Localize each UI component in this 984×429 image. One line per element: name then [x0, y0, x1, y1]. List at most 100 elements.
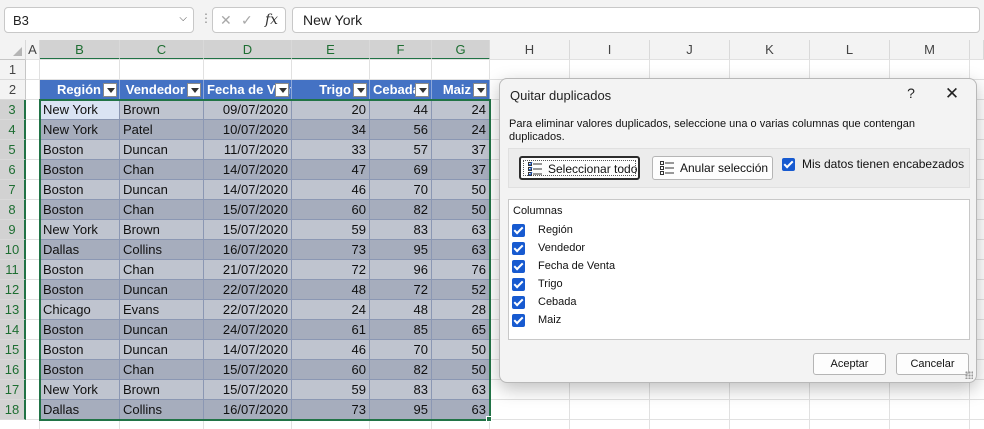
table-cell[interactable]: 46 [292, 340, 370, 360]
table-cell[interactable]: Brown [120, 100, 204, 120]
filter-dropdown-icon[interactable] [415, 83, 429, 97]
column-header[interactable]: J [650, 40, 730, 60]
table-header-cell[interactable]: Vendedor [120, 80, 204, 100]
table-cell[interactable]: 73 [292, 400, 370, 420]
column-header[interactable]: G [432, 40, 490, 60]
ok-button[interactable]: Aceptar [813, 353, 886, 375]
column-checkbox[interactable] [512, 314, 525, 327]
table-cell[interactable]: Brown [120, 380, 204, 400]
table-cell[interactable]: 95 [370, 240, 432, 260]
table-cell[interactable]: 14/07/2020 [204, 160, 292, 180]
table-cell[interactable]: 96 [370, 260, 432, 280]
row-header[interactable]: 16 [0, 360, 26, 380]
column-checkbox[interactable] [512, 296, 525, 309]
row-header[interactable]: 2 [0, 80, 26, 100]
table-cell[interactable]: 72 [370, 280, 432, 300]
table-cell[interactable]: 48 [292, 280, 370, 300]
cancel-edit-icon[interactable]: ✕ [220, 12, 232, 29]
table-cell[interactable]: 59 [292, 380, 370, 400]
column-header[interactable]: H [490, 40, 570, 60]
table-cell[interactable]: 14/07/2020 [204, 340, 292, 360]
table-cell[interactable]: 46 [292, 180, 370, 200]
row-header[interactable]: 10 [0, 240, 26, 260]
column-header[interactable]: D [204, 40, 292, 60]
table-cell[interactable]: 85 [370, 320, 432, 340]
table-cell[interactable]: 69 [370, 160, 432, 180]
table-cell[interactable]: 16/07/2020 [204, 400, 292, 420]
table-cell[interactable]: Boston [40, 260, 120, 280]
table-cell[interactable]: New York [40, 100, 120, 120]
table-cell[interactable]: 50 [432, 340, 490, 360]
column-checkbox[interactable] [512, 242, 525, 255]
row-header[interactable]: 12 [0, 280, 26, 300]
column-header[interactable]: A [26, 40, 40, 60]
table-cell[interactable]: Chan [120, 360, 204, 380]
table-cell[interactable]: 70 [370, 340, 432, 360]
column-header[interactable]: B [40, 40, 120, 60]
table-cell[interactable]: 83 [370, 380, 432, 400]
filter-dropdown-icon[interactable] [473, 83, 487, 97]
table-cell[interactable]: 15/07/2020 [204, 200, 292, 220]
row-header[interactable]: 9 [0, 220, 26, 240]
filter-dropdown-icon[interactable] [187, 83, 201, 97]
table-cell[interactable]: Collins [120, 400, 204, 420]
table-cell[interactable]: 09/07/2020 [204, 100, 292, 120]
column-option[interactable]: Maiz [509, 312, 969, 330]
table-header-cell[interactable]: Maiz [432, 80, 490, 100]
chevron-down-icon[interactable]: ⌵ [179, 13, 187, 24]
table-cell[interactable]: 52 [432, 280, 490, 300]
table-cell[interactable]: Boston [40, 160, 120, 180]
column-header[interactable]: E [292, 40, 370, 60]
table-cell[interactable]: 95 [370, 400, 432, 420]
column-header[interactable]: C [120, 40, 204, 60]
table-cell[interactable]: 15/07/2020 [204, 360, 292, 380]
row-header[interactable]: 13 [0, 300, 26, 320]
table-cell[interactable]: 63 [432, 400, 490, 420]
help-button[interactable]: ? [903, 85, 919, 101]
table-cell[interactable]: 47 [292, 160, 370, 180]
table-cell[interactable]: 10/07/2020 [204, 120, 292, 140]
table-cell[interactable]: 14/07/2020 [204, 180, 292, 200]
table-cell[interactable]: 44 [370, 100, 432, 120]
table-cell[interactable]: 65 [432, 320, 490, 340]
table-cell[interactable]: 48 [370, 300, 432, 320]
column-header[interactable]: M [890, 40, 970, 60]
close-button[interactable]: ✕ [943, 84, 961, 104]
table-cell[interactable]: 33 [292, 140, 370, 160]
row-header[interactable]: 3 [0, 100, 26, 120]
table-cell[interactable]: 72 [292, 260, 370, 280]
column-header[interactable]: K [730, 40, 810, 60]
row-header[interactable]: 7 [0, 180, 26, 200]
table-cell[interactable]: 24 [292, 300, 370, 320]
table-cell[interactable]: 60 [292, 360, 370, 380]
table-cell[interactable]: 57 [370, 140, 432, 160]
column-header[interactable]: L [810, 40, 890, 60]
column-option[interactable]: Vendedor [509, 240, 969, 258]
table-cell[interactable]: 61 [292, 320, 370, 340]
table-header-cell[interactable]: Región [40, 80, 120, 100]
table-cell[interactable]: 63 [432, 220, 490, 240]
table-cell[interactable]: New York [40, 220, 120, 240]
table-cell[interactable]: Duncan [120, 180, 204, 200]
table-header-cell[interactable]: Fecha de Venta [204, 80, 292, 100]
table-cell[interactable]: New York [40, 380, 120, 400]
table-cell[interactable]: Chan [120, 260, 204, 280]
row-header[interactable]: 8 [0, 200, 26, 220]
table-cell[interactable]: 82 [370, 360, 432, 380]
table-cell[interactable]: 11/07/2020 [204, 140, 292, 160]
unselect-all-button[interactable]: Anular selección [652, 156, 773, 180]
table-cell[interactable]: 24/07/2020 [204, 320, 292, 340]
filter-dropdown-icon[interactable] [275, 83, 289, 97]
table-cell[interactable]: 59 [292, 220, 370, 240]
table-cell[interactable]: Dallas [40, 400, 120, 420]
table-cell[interactable]: Boston [40, 200, 120, 220]
column-option[interactable]: Región [509, 222, 969, 240]
table-cell[interactable]: 63 [432, 240, 490, 260]
confirm-edit-icon[interactable]: ✓ [241, 12, 253, 29]
table-cell[interactable]: Duncan [120, 280, 204, 300]
row-header[interactable]: 15 [0, 340, 26, 360]
table-cell[interactable]: 24 [432, 100, 490, 120]
table-cell[interactable]: Brown [120, 220, 204, 240]
table-cell[interactable]: Dallas [40, 240, 120, 260]
table-cell[interactable]: 56 [370, 120, 432, 140]
